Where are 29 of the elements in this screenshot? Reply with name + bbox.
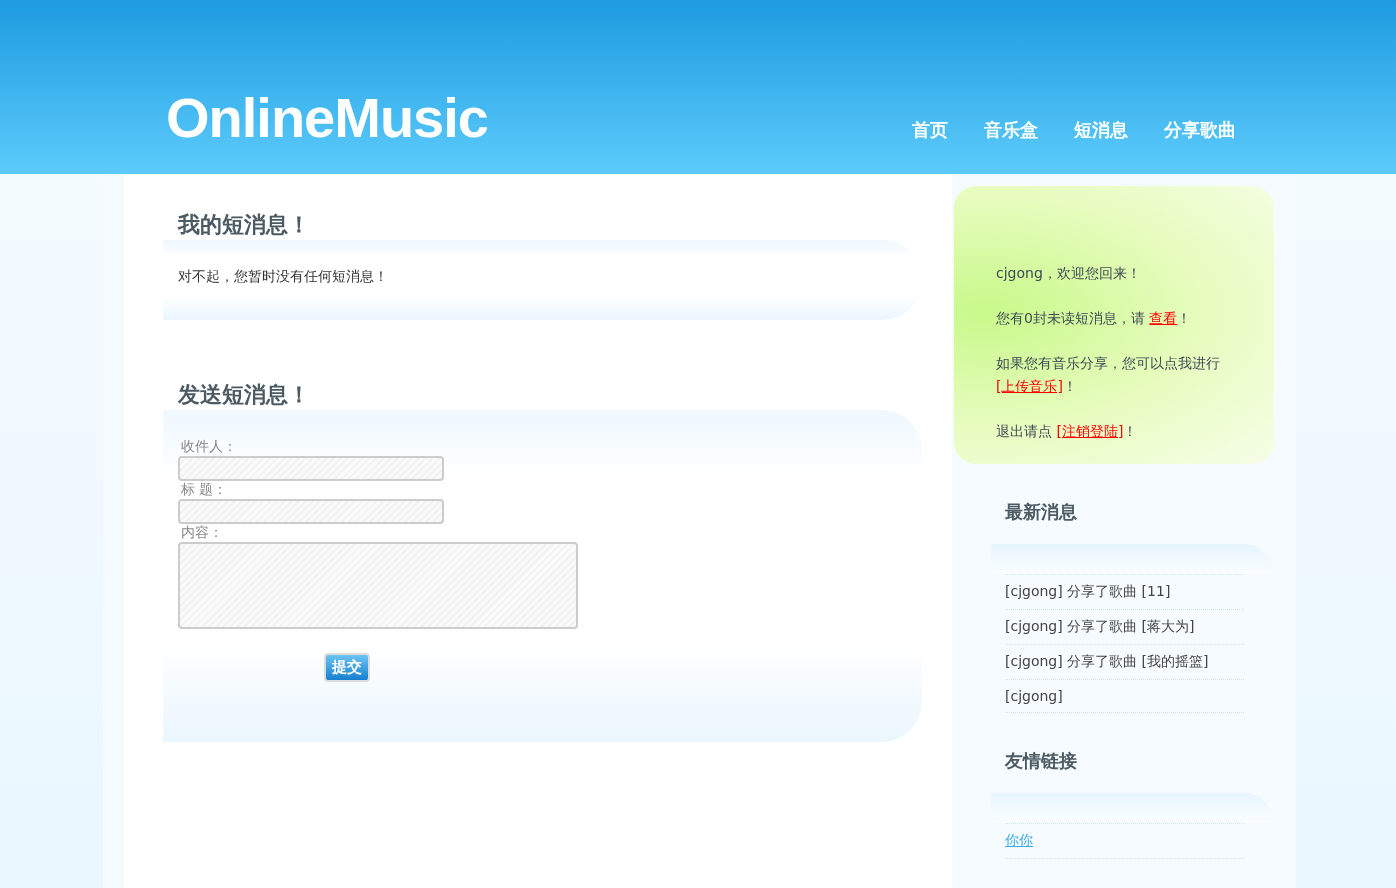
friend-link[interactable]: 你你 [1005,832,1033,848]
sidebar-heading: 最新消息 [1005,500,1078,524]
text-link[interactable]: [上传音乐] [996,378,1063,394]
section-title: 我的短消息！ [178,211,311,239]
text-link[interactable]: [注销登陆] [1056,423,1124,439]
nav-link[interactable]: 首页 [912,118,948,142]
content-textarea[interactable] [178,542,578,629]
welcome-text: 退出请点 [注销登陆]！ [996,422,1139,441]
nav-link[interactable]: 分享歌曲 [1164,118,1236,142]
sidebar-heading: 友情链接 [1005,749,1078,773]
news-item: [cjgong] 分享了歌曲 [我的摇篮] [1005,653,1209,669]
nav-link[interactable]: 短消息 [1074,118,1128,142]
welcome-text: cjgong，欢迎您回来！ [996,264,1142,283]
input-field[interactable] [178,456,444,481]
input-field[interactable] [178,499,444,524]
news-item: [cjgong] 分享了歌曲 [11] [1005,583,1171,599]
site-logo: OnlineMusic [166,90,488,146]
nav-link[interactable]: 音乐盒 [984,118,1038,142]
text-link[interactable]: 查看 [1149,310,1178,326]
field-label: 收件人： [181,438,238,456]
news-item: [cjgong] [1005,688,1063,704]
field-label: 内容： [181,524,224,542]
section-title: 发送短消息！ [178,381,311,409]
welcome-text: 如果您有音乐分享，您可以点我进行 [上传音乐]！ [996,354,1221,396]
welcome-text: 您有0封未读短消息，请 查看！ [996,309,1193,328]
submit-button[interactable]: 提交 [324,653,370,682]
news-item: [cjgong] 分享了歌曲 [蒋大为] [1005,618,1195,634]
field-label: 标 题： [181,481,229,499]
empty-message: 对不起，您暂时没有任何短消息！ [178,268,389,286]
